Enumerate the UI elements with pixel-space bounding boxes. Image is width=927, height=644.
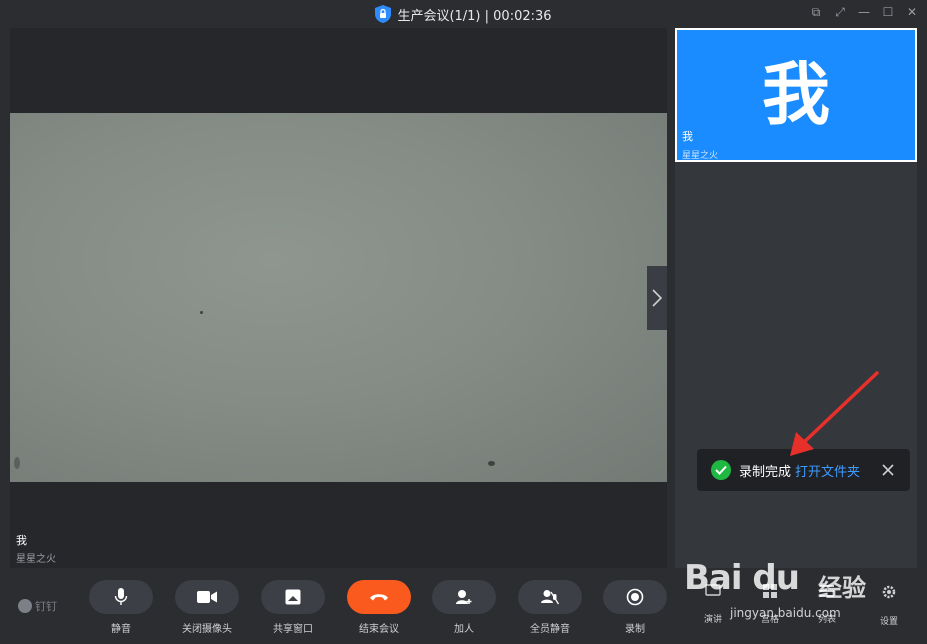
camera-feed [10,113,667,482]
pip-icon[interactable]: ⧉ [809,5,823,19]
main-video-area[interactable]: 我 星星之火 [10,28,667,568]
camera-control: 关闭摄像头 [167,580,247,635]
mute-all-label: 全员静音 [530,624,570,635]
add-person-icon [456,590,472,604]
share-window-button[interactable] [261,580,325,614]
meeting-toolbar: 钉钉 静音 关闭摄像头 共享窗口 结束会议 加人 全员静音 录制 演讲 宫格 列… [0,568,927,644]
shield-lock-icon [375,5,392,23]
settings-control[interactable]: 设置 [869,584,909,627]
check-circle-icon [711,460,731,480]
record-control: 录制 [595,580,675,635]
present-control[interactable]: 演讲 [693,584,733,625]
brand-label: 钉钉 [35,600,57,613]
mute-control: 静音 [81,580,161,635]
meeting-title-group: 生产会议(1/1) | 00:02:36 [0,0,927,28]
share-screen-icon [285,589,301,605]
end-meeting-button[interactable] [347,580,411,614]
gear-icon [882,585,896,599]
share-control: 共享窗口 [253,580,333,635]
microphone-icon [114,588,128,605]
participant-tile-me[interactable]: 我 我 星星之火 [675,28,917,162]
list-label: 列表 [817,615,836,625]
recording-complete-toast: 录制完成 打开文件夹 [697,449,910,491]
settings-label: 设置 [879,617,898,627]
toast-close-icon[interactable] [882,461,894,480]
add-person-button[interactable] [432,580,496,614]
list-icon [820,585,834,597]
window-controls: ⧉ ⤢ — ☐ ✕ [809,5,919,19]
toast-message: 录制完成 [739,464,792,480]
mute-label: 静音 [111,624,131,635]
add-control: 加人 [424,580,504,635]
record-icon [626,588,644,606]
grid-label: 宫格 [760,615,779,625]
main-participant-sub: 星星之火 [16,554,56,565]
fullscreen-icon[interactable]: ⤢ [833,5,847,19]
add-person-label: 加人 [454,624,474,635]
next-page-button[interactable] [647,266,667,330]
camera-off-button[interactable] [175,580,239,614]
tile-participant-sub: 星星之火 [682,151,719,161]
title-bar: 生产会议(1/1) | 00:02:36 ⧉ ⤢ — ☐ ✕ [0,0,927,28]
chevron-right-icon [652,289,662,307]
hang-up-icon [370,594,388,601]
dingtalk-logo-icon [18,599,32,613]
meeting-title: 生产会议(1/1) | 00:02:36 [397,8,552,24]
present-label: 演讲 [703,615,722,625]
end-control: 结束会议 [339,580,419,635]
maximize-icon[interactable]: ☐ [881,5,895,19]
mute-all-icon [541,590,559,605]
record-label: 录制 [625,624,645,635]
tile-participant-name: 我 [682,130,693,143]
grid-control[interactable]: 宫格 [750,584,790,625]
present-icon [705,584,721,596]
camera-off-label: 关闭摄像头 [182,624,232,635]
brand-logo: 钉钉 [18,598,57,614]
mute-all-control: 全员静音 [510,580,590,635]
open-folder-link[interactable]: 打开文件夹 [795,461,860,480]
end-meeting-label: 结束会议 [359,624,399,635]
grid-icon [763,584,777,598]
mute-button[interactable] [89,580,153,614]
video-camera-icon [197,591,217,603]
record-button[interactable] [603,580,667,614]
mute-all-button[interactable] [518,580,582,614]
close-icon[interactable]: ✕ [905,5,919,19]
share-window-label: 共享窗口 [273,624,313,635]
main-participant-name: 我 [16,534,27,547]
minimize-icon[interactable]: — [857,5,871,19]
tile-avatar-text: 我 [761,56,830,135]
list-control[interactable]: 列表 [807,584,847,625]
